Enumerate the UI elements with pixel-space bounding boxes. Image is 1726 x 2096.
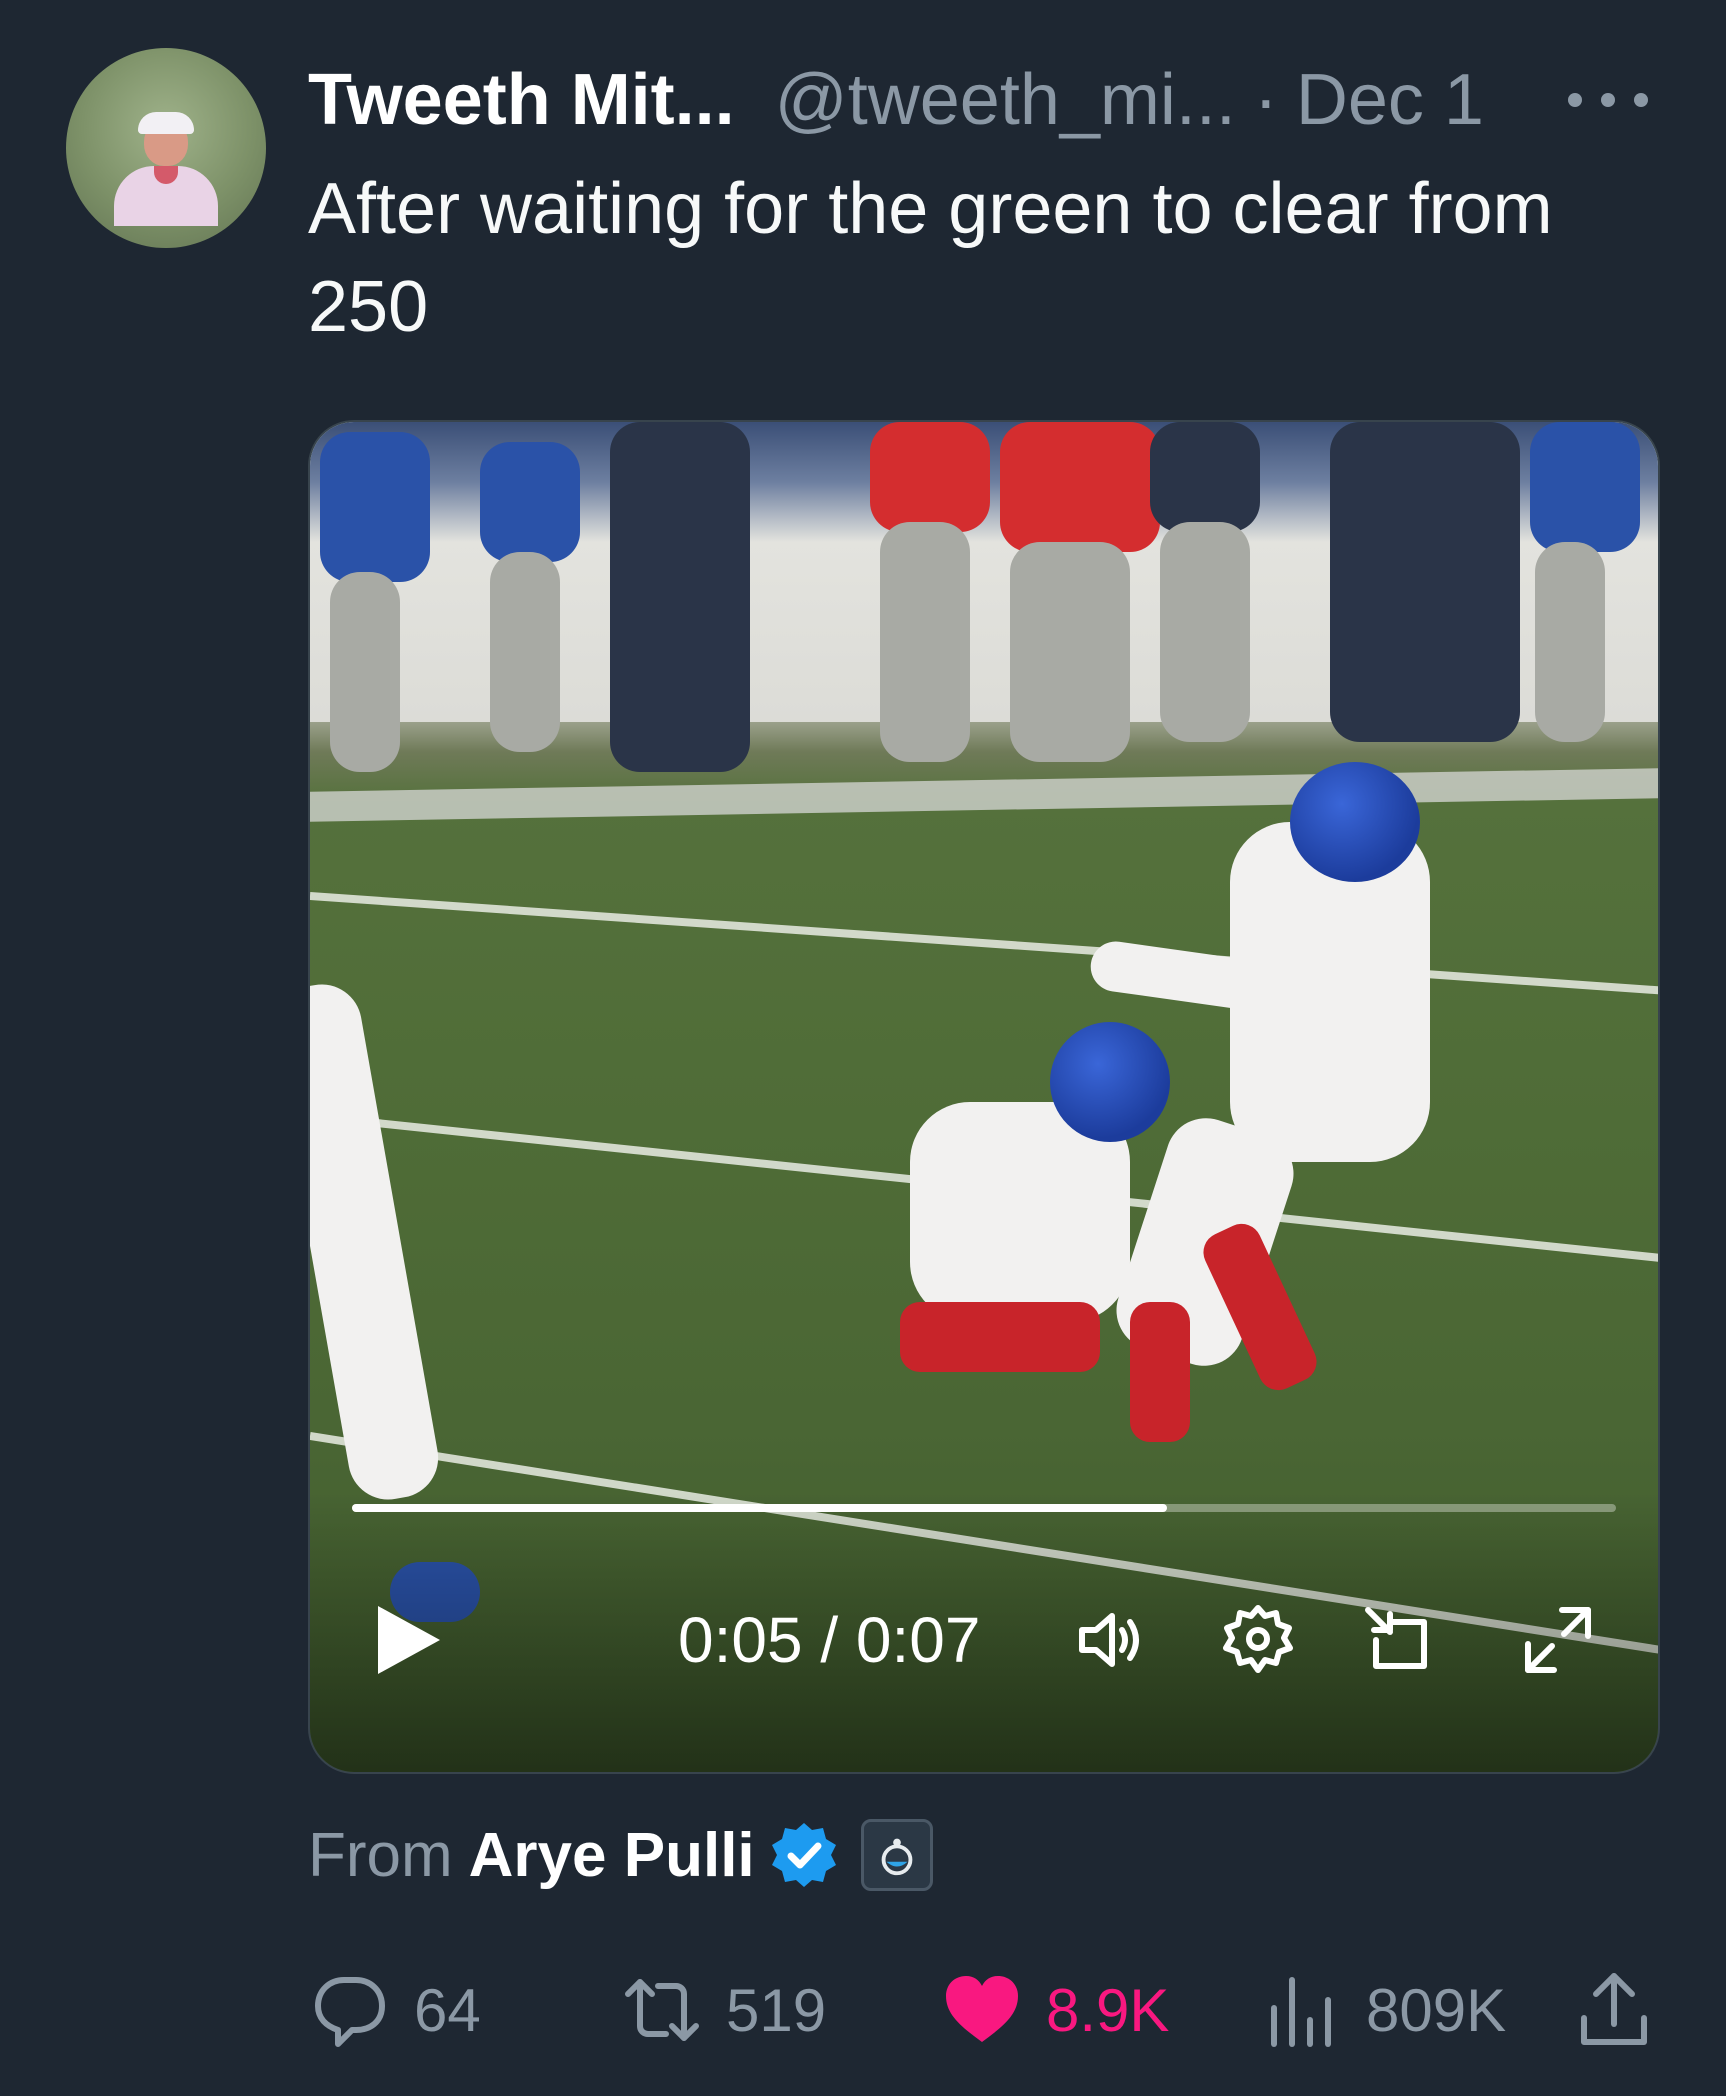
tweet-actions: 64 519 8.9K 809K (308, 1960, 1660, 2060)
views-button[interactable]: 809K (1260, 1960, 1506, 2060)
author-name[interactable]: Tweeth Mit... (308, 52, 735, 148)
tweet-date[interactable]: Dec 1 (1296, 52, 1484, 148)
heart-icon (946, 1976, 1018, 2042)
tweet-card[interactable]: Tweeth Mit... @tweeth_mi... · Dec 1 Afte… (0, 0, 1726, 2096)
video-player-figure (1050, 1022, 1170, 1142)
more-dot (1601, 93, 1615, 107)
video-figure (1010, 542, 1130, 762)
avatar-cap (138, 112, 194, 134)
header-separator: · (1253, 60, 1278, 140)
share-icon (1581, 1973, 1647, 2045)
video-figure (1530, 422, 1640, 552)
video-progress-bar[interactable] (352, 1504, 1616, 1512)
video-figure (1330, 422, 1520, 742)
more-horizontal-icon[interactable] (1568, 80, 1648, 120)
reply-icon (315, 1977, 385, 2047)
video-figure (480, 442, 580, 562)
fullscreen-icon[interactable] (1518, 1600, 1598, 1680)
repost-icon (625, 1979, 699, 2041)
source-name[interactable]: Arye Pulli (469, 1820, 755, 1891)
views-icon (1271, 1977, 1331, 2047)
video-controls: 0:05 / 0:07 (310, 1582, 1658, 1702)
video-figure (1160, 522, 1250, 742)
video-figure (1000, 422, 1160, 552)
views-count: 809K (1366, 1976, 1507, 2044)
like-button[interactable]: 8.9K (940, 1960, 1169, 2060)
like-count: 8.9K (1046, 1976, 1170, 2044)
video-figure (1150, 422, 1260, 532)
more-dot (1568, 93, 1582, 107)
video-figure (880, 522, 970, 762)
verified-badge-icon (771, 1823, 836, 1887)
author-handle[interactable]: @tweeth_mi... (775, 52, 1236, 148)
source-from-label: From (308, 1820, 453, 1890)
avatar[interactable] (66, 48, 266, 248)
video-time-separator: / (820, 1604, 839, 1676)
reply-count: 64 (414, 1976, 481, 2044)
reply-button[interactable]: 64 (308, 1960, 481, 2060)
video-figure (490, 552, 560, 752)
video-figure (610, 422, 750, 772)
video-source: From Arye Pulli (308, 1810, 933, 1900)
repost-count: 519 (726, 1976, 827, 2044)
video-progress-fill (352, 1504, 1168, 1512)
gear-icon[interactable] (1218, 1600, 1298, 1680)
more-dot (1634, 93, 1648, 107)
tweet-text: After waiting for the green to clear fro… (308, 169, 1553, 347)
video-player-figure (1290, 762, 1420, 882)
video-figure (330, 572, 400, 772)
play-icon[interactable] (374, 1602, 444, 1678)
video-figure (320, 432, 430, 582)
video-current-time: 0:05 (678, 1604, 803, 1676)
volume-icon[interactable] (1072, 1600, 1152, 1680)
picture-in-picture-icon[interactable] (1358, 1600, 1438, 1680)
tweet-header: Tweeth Mit... @tweeth_mi... · Dec 1 (308, 52, 1648, 148)
video-player-figure (1130, 1302, 1190, 1442)
video-player-figure (900, 1302, 1100, 1372)
repost-button[interactable]: 519 (620, 1960, 826, 2060)
video-time: 0:05 / 0:07 (678, 1600, 980, 1680)
video-figure (870, 422, 990, 532)
video-duration: 0:07 (855, 1604, 981, 1676)
video-player[interactable]: 0:05 / 0:07 (308, 420, 1660, 1774)
share-button[interactable] (1572, 1960, 1678, 2060)
affiliate-badge-icon[interactable] (860, 1819, 933, 1891)
video-figure (1535, 542, 1605, 742)
